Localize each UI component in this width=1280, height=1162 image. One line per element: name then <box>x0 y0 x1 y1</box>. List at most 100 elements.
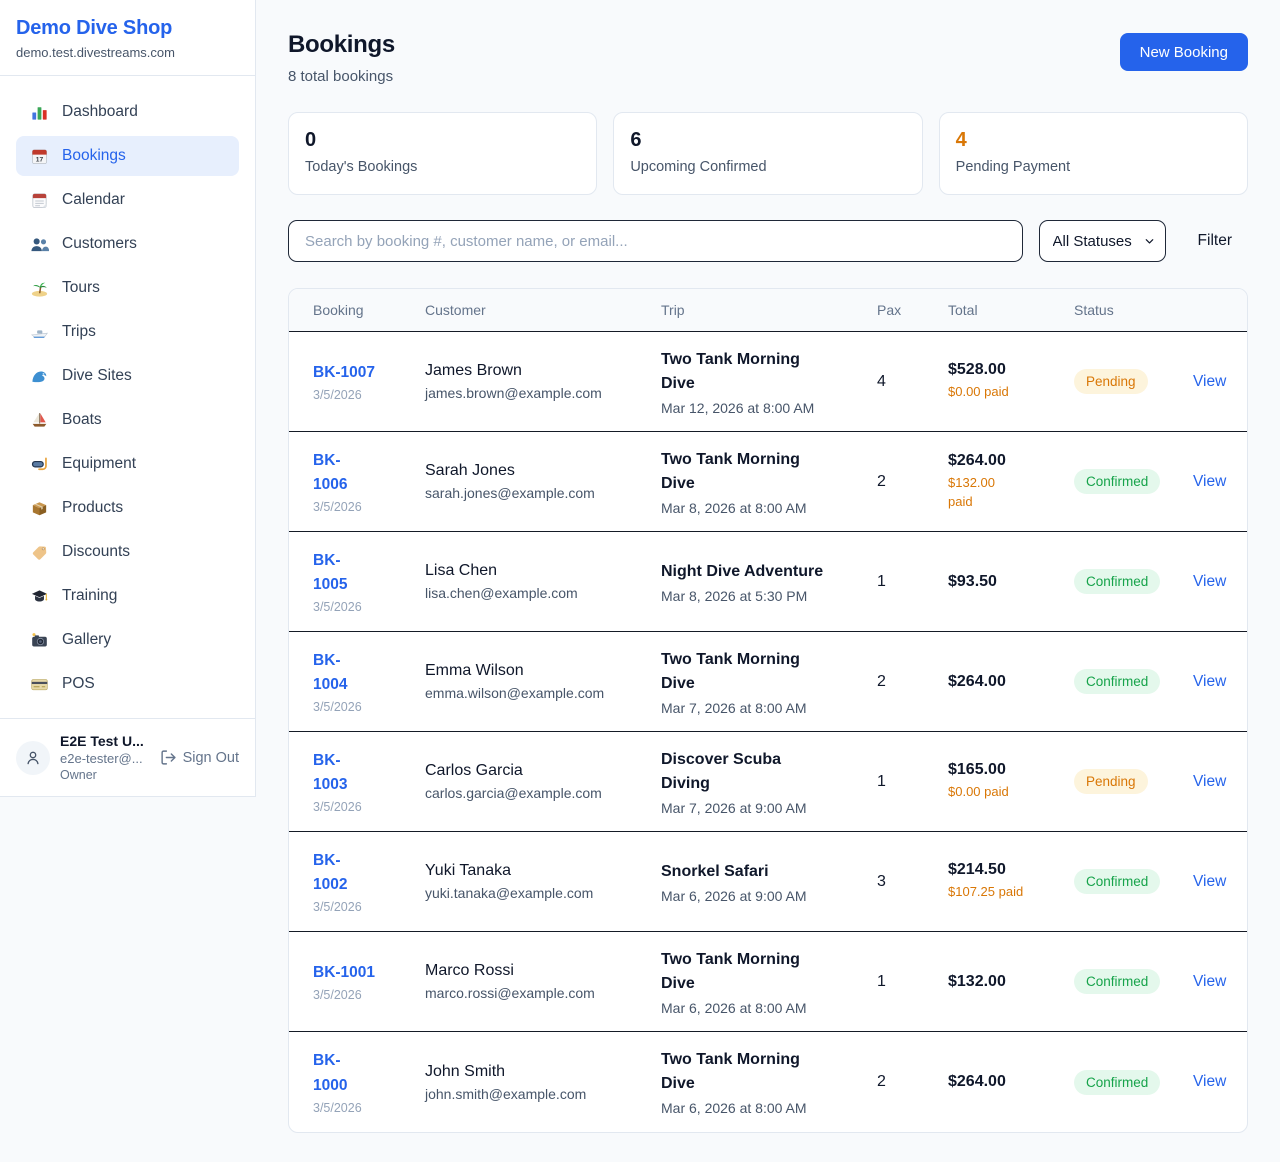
new-booking-button[interactable]: New Booking <box>1120 33 1248 71</box>
booking-id-link[interactable]: BK- 1006 <box>313 449 347 497</box>
sidebar-item-label: Gallery <box>62 631 111 649</box>
sailboat-icon <box>29 410 49 430</box>
user-section: E2E Test U... e2e-tester@... Owner Sign … <box>0 718 255 796</box>
trip-name: Two Tank Morning Dive <box>661 1048 877 1096</box>
sidebar-item-customers[interactable]: Customers <box>16 224 239 264</box>
sidebar-item-tours[interactable]: Tours <box>16 268 239 308</box>
trip-name: Night Dive Adventure <box>661 560 877 584</box>
trip-datetime: Mar 7, 2026 at 8:00 AM <box>661 700 877 716</box>
status-badge: Pending <box>1074 769 1148 794</box>
stat-label: Today's Bookings <box>305 159 580 175</box>
customer-name: John Smith <box>425 1063 661 1081</box>
booking-id-link[interactable]: BK- 1002 <box>313 849 347 897</box>
sidebar-item-gallery[interactable]: Gallery <box>16 620 239 660</box>
sidebar-item-calendar[interactable]: Calendar <box>16 180 239 220</box>
view-link[interactable]: View <box>1193 673 1226 690</box>
bookings-table: BookingCustomerTripPaxTotalStatus BK-100… <box>288 288 1248 1133</box>
sidebar-item-equipment[interactable]: Equipment <box>16 444 239 484</box>
trip-datetime: Mar 8, 2026 at 8:00 AM <box>661 500 877 516</box>
total-amount: $528.00 <box>948 361 1074 379</box>
view-link[interactable]: View <box>1193 973 1226 990</box>
status-badge: Pending <box>1074 369 1148 394</box>
customer-name: Carlos Garcia <box>425 762 661 780</box>
view-link[interactable]: View <box>1193 773 1226 790</box>
trip-name: Two Tank Morning Dive <box>661 648 877 696</box>
sidebar-item-pos[interactable]: POS <box>16 664 239 704</box>
trip-datetime: Mar 7, 2026 at 9:00 AM <box>661 800 877 816</box>
sidebar-item-label: Tours <box>62 279 100 297</box>
sidebar-item-dive-sites[interactable]: Dive Sites <box>16 356 239 396</box>
view-link[interactable]: View <box>1193 1073 1226 1090</box>
booking-id-link[interactable]: BK- 1005 <box>313 549 347 597</box>
trip-datetime: Mar 8, 2026 at 5:30 PM <box>661 588 877 604</box>
sidebar-item-products[interactable]: Products <box>16 488 239 528</box>
sidebar-item-training[interactable]: Training <box>16 576 239 616</box>
stat-label: Pending Payment <box>956 159 1231 175</box>
customer-name: Marco Rossi <box>425 962 661 980</box>
sidebar-item-trips[interactable]: Trips <box>16 312 239 352</box>
stat-value: 4 <box>956 129 1231 152</box>
sidebar-item-label: Calendar <box>62 191 125 209</box>
sidebar-item-label: Products <box>62 499 123 517</box>
filter-button[interactable]: Filter <box>1182 220 1248 262</box>
customer-email: emma.wilson@example.com <box>425 685 661 701</box>
view-link[interactable]: View <box>1193 573 1226 590</box>
sidebar-item-dashboard[interactable]: Dashboard <box>16 92 239 132</box>
user-email: e2e-tester@... <box>60 751 150 766</box>
sidebar-item-label: Equipment <box>62 455 136 473</box>
booking-date: 3/5/2026 <box>313 600 425 614</box>
booking-id-link[interactable]: BK- 1000 <box>313 1049 347 1097</box>
main-content: Bookings 8 total bookings New Booking 0 … <box>256 0 1280 1133</box>
sidebar-item-label: Dive Sites <box>62 367 132 385</box>
paid-amount: $107.25 paid <box>948 883 1074 902</box>
sidebar-item-discounts[interactable]: Discounts <box>16 532 239 572</box>
trip-name: Two Tank Morning Dive <box>661 448 877 496</box>
island-icon <box>29 278 49 298</box>
search-input[interactable] <box>288 220 1023 262</box>
table-row: BK-10073/5/2026 James Brownjames.brown@e… <box>289 332 1247 432</box>
brand-name: Demo Dive Shop <box>16 17 239 40</box>
sign-out-button[interactable]: Sign Out <box>160 749 239 766</box>
customer-name: Emma Wilson <box>425 662 661 680</box>
booking-id-link[interactable]: BK-1001 <box>313 961 375 985</box>
sign-out-icon <box>160 749 177 766</box>
status-badge: Confirmed <box>1074 469 1160 494</box>
paid-amount: $0.00 paid <box>948 383 1074 402</box>
trip-name: Discover Scuba Diving <box>661 748 877 796</box>
camera-icon <box>29 630 49 650</box>
sidebar-item-bookings[interactable]: 17 Bookings <box>16 136 239 176</box>
booking-id-link[interactable]: BK- 1004 <box>313 649 347 697</box>
trip-name: Two Tank Morning Dive <box>661 348 877 396</box>
booking-id-link[interactable]: BK-1007 <box>313 361 375 385</box>
person-icon <box>24 749 42 767</box>
stat-value: 0 <box>305 129 580 152</box>
user-info: E2E Test U... e2e-tester@... Owner <box>60 733 150 782</box>
column-header-pax: Pax <box>877 302 948 318</box>
sidebar-item-label: Customers <box>62 235 137 253</box>
status-filter-select[interactable]: All Statuses <box>1039 220 1166 262</box>
customer-email: sarah.jones@example.com <box>425 485 661 501</box>
table-row: BK- 10033/5/2026 Carlos Garciacarlos.gar… <box>289 732 1247 832</box>
pax-count: 2 <box>877 1073 948 1091</box>
dive-mask-icon <box>29 454 49 474</box>
credit-card-icon <box>29 674 49 694</box>
booking-date: 3/5/2026 <box>313 388 425 402</box>
pax-count: 1 <box>877 573 948 591</box>
status-badge: Confirmed <box>1074 669 1160 694</box>
grad-cap-icon <box>29 586 49 606</box>
column-header-trip: Trip <box>661 302 877 318</box>
wave-icon <box>29 366 49 386</box>
pax-count: 4 <box>877 373 948 391</box>
table-header-row: BookingCustomerTripPaxTotalStatus <box>289 289 1247 332</box>
tag-icon <box>29 542 49 562</box>
sidebar-item-boats[interactable]: Boats <box>16 400 239 440</box>
brand: Demo Dive Shop demo.test.divestreams.com <box>0 0 255 76</box>
booking-id-link[interactable]: BK- 1003 <box>313 749 347 797</box>
view-link[interactable]: View <box>1193 473 1226 490</box>
trip-datetime: Mar 6, 2026 at 8:00 AM <box>661 1100 877 1116</box>
user-role: Owner <box>60 768 150 782</box>
sidebar-nav: Dashboard 17 Bookings Calendar Customers… <box>0 76 255 718</box>
column-header-customer: Customer <box>425 302 661 318</box>
view-link[interactable]: View <box>1193 873 1226 890</box>
view-link[interactable]: View <box>1193 373 1226 390</box>
